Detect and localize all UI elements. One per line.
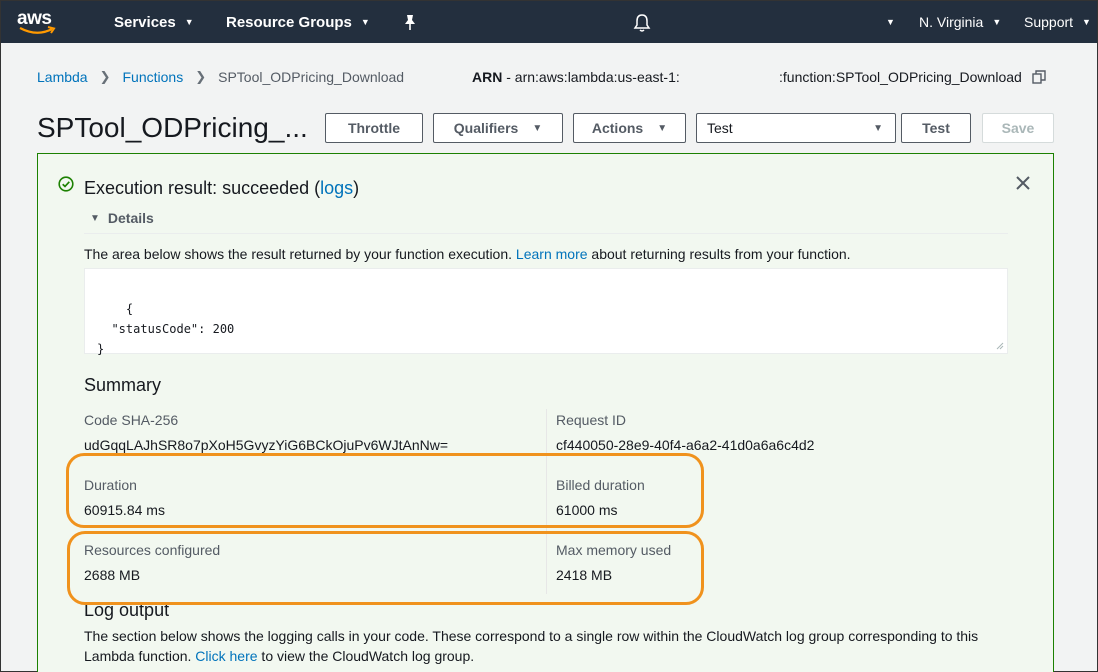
- result-description: The area below shows the result returned…: [84, 246, 851, 262]
- execution-result-close-paren: ): [353, 178, 360, 198]
- logs-link[interactable]: logs: [320, 178, 353, 198]
- learn-more-link[interactable]: Learn more: [516, 246, 588, 262]
- result-desc-suffix: about returning results from your functi…: [587, 246, 851, 262]
- copy-icon[interactable]: [1032, 70, 1046, 84]
- arn-display: ARN - arn:aws:lambda:us-east-1:: [472, 69, 680, 85]
- log-desc-suffix: to view the CloudWatch log group.: [257, 648, 475, 664]
- aws-smile-icon: [19, 26, 56, 34]
- top-nav: aws Services ▼ Resource Groups ▼ ▼ N. Vi…: [1, 1, 1097, 43]
- page-title: SPTool_ODPricing_...: [37, 112, 308, 143]
- log-output-description: The section below shows the logging call…: [84, 626, 1024, 666]
- caret-down-icon: ▼: [873, 122, 883, 134]
- click-here-link[interactable]: Click here: [195, 648, 257, 664]
- chevron-down-icon: ▼: [360, 17, 370, 27]
- chevron-down-icon: ▼: [992, 17, 1002, 27]
- arn-label: ARN: [472, 69, 503, 85]
- duration-highlight: [66, 453, 704, 528]
- result-output-text: { "statusCode": 200 }: [97, 302, 235, 356]
- bell-icon[interactable]: [633, 13, 651, 33]
- divider: [84, 233, 1008, 234]
- result-output[interactable]: { "statusCode": 200 }: [84, 268, 1008, 356]
- request-id-label: Request ID: [556, 412, 627, 428]
- qualifiers-button[interactable]: Qualifiers ▼: [433, 113, 563, 143]
- aws-logo[interactable]: aws: [17, 8, 61, 36]
- test-event-select[interactable]: Test ▼: [696, 113, 896, 143]
- test-label: Test: [922, 120, 950, 136]
- success-check-icon: [58, 176, 74, 192]
- details-label: Details: [107, 210, 154, 226]
- arn-prefix: - arn:aws:lambda:us-east-1:: [502, 69, 680, 85]
- services-label: Services: [114, 13, 176, 31]
- arn-suffix: :function:SPTool_ODPricing_Download: [779, 69, 1022, 85]
- caret-down-icon: ▼: [90, 212, 100, 224]
- summary-heading: Summary: [84, 375, 162, 395]
- resource-groups-label: Resource Groups: [226, 13, 352, 31]
- chevron-down-icon: ▼: [886, 17, 895, 27]
- request-id-value: cf440050-28e9-40f4-a6a2-41d0a6a6c4d2: [556, 437, 815, 453]
- resource-groups-menu[interactable]: Resource Groups ▼: [226, 1, 370, 43]
- breadcrumb-lambda[interactable]: Lambda: [37, 69, 88, 85]
- account-menu[interactable]: ▼: [886, 1, 895, 43]
- code-sha-value: udGqqLAJhSR8o7pXoH5GvyzYiG6BCkOjuPv6WJtA…: [84, 437, 449, 453]
- test-button[interactable]: Test: [901, 113, 971, 143]
- breadcrumb: Lambda ❯ Functions ❯ SPTool_ODPricing_Do…: [37, 69, 404, 85]
- chevron-down-icon: ▼: [184, 17, 194, 27]
- save-label: Save: [1001, 120, 1035, 136]
- chevron-right-icon: ❯: [99, 69, 111, 84]
- memory-highlight: [67, 531, 704, 605]
- breadcrumb-current: SPTool_ODPricing_Download: [218, 69, 405, 85]
- save-button[interactable]: Save: [982, 113, 1054, 143]
- breadcrumb-functions[interactable]: Functions: [123, 69, 184, 85]
- actions-label: Actions: [591, 120, 644, 136]
- qualifiers-label: Qualifiers: [453, 120, 519, 136]
- caret-down-icon: ▼: [657, 122, 668, 134]
- actions-button[interactable]: Actions ▼: [573, 113, 686, 143]
- throttle-label: Throttle: [347, 120, 401, 136]
- support-menu[interactable]: Support ▼: [1024, 1, 1091, 43]
- resize-handle-icon[interactable]: [996, 342, 1004, 350]
- region-label: N. Virginia: [919, 14, 984, 30]
- throttle-button[interactable]: Throttle: [325, 113, 423, 143]
- test-event-value: Test: [707, 120, 733, 136]
- chevron-down-icon: ▼: [1082, 17, 1091, 27]
- code-sha-label: Code SHA-256: [84, 412, 179, 428]
- result-desc-text: The area below shows the result returned…: [84, 246, 516, 262]
- support-label: Support: [1024, 14, 1074, 30]
- chevron-right-icon: ❯: [195, 69, 207, 84]
- services-menu[interactable]: Services ▼: [114, 1, 194, 43]
- close-icon[interactable]: [1015, 175, 1031, 191]
- caret-down-icon: ▼: [532, 122, 543, 134]
- region-menu[interactable]: N. Virginia ▼: [919, 1, 1001, 43]
- pin-icon[interactable]: [402, 14, 418, 32]
- execution-result-title: Execution result: succeeded (logs): [84, 178, 359, 199]
- details-toggle[interactable]: ▼ Details: [90, 210, 154, 226]
- execution-result-text: Execution result: succeeded (: [84, 178, 321, 198]
